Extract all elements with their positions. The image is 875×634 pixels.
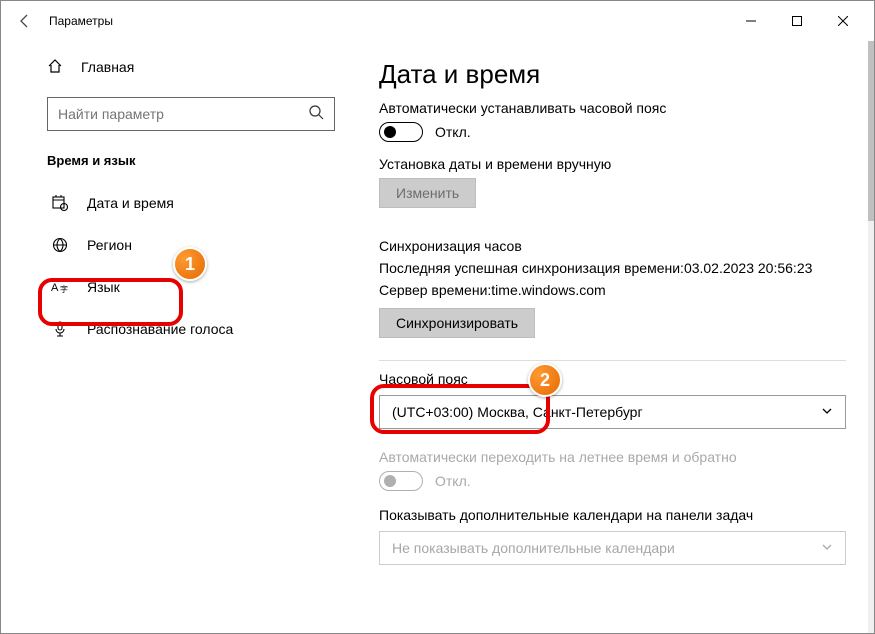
search-field[interactable] [58,106,308,122]
sidebar-item-label: Язык [87,279,120,295]
back-button[interactable] [9,5,41,37]
timezone-value: (UTC+03:00) Москва, Санкт-Петербург [392,404,643,420]
change-button[interactable]: Изменить [379,178,476,208]
sidebar-item-speech[interactable]: Распознавание голоса [47,308,335,350]
sidebar-home[interactable]: Главная [47,47,335,87]
maximize-icon [792,16,802,26]
toggle-thumb [384,475,396,487]
sidebar-item-label: Распознавание голоса [87,321,233,337]
title-bar: Параметры [1,1,874,41]
sidebar-item-label: Регион [87,237,132,253]
close-icon [838,16,848,26]
auto-timezone-toggle[interactable]: Откл. [379,122,846,142]
auto-timezone-label: Автоматически устанавливать часовой пояс [379,100,846,116]
minimize-icon [746,16,756,26]
last-sync-prefix: Последняя успешная синхронизация времени… [379,260,684,276]
globe-icon [51,237,69,253]
last-sync-line: Последняя успешная синхронизация времени… [379,260,846,276]
timezone-header: Часовой пояс [379,371,846,387]
annotation-badge-1: 1 [173,247,207,281]
toggle-thumb [384,126,396,138]
manual-set-label: Установка даты и времени вручную [379,156,846,172]
chevron-down-icon [821,404,833,420]
maximize-button[interactable] [774,5,820,37]
last-sync-value: 03.02.2023 20:56:23 [684,260,812,276]
sidebar-home-label: Главная [81,59,134,75]
sync-button[interactable]: Синхронизировать [379,308,535,338]
close-button[interactable] [820,5,866,37]
search-icon [308,104,324,125]
sidebar-item-date-time[interactable]: Дата и время [47,182,335,224]
server-value: time.windows.com [491,282,605,298]
page-title: Дата и время [379,59,846,90]
timezone-select[interactable]: (UTC+03:00) Москва, Санкт-Петербург [379,395,846,429]
microphone-icon [51,321,69,337]
content-pane: Дата и время Автоматически устанавливать… [351,41,874,633]
arrow-left-icon [17,13,33,29]
toggle-state-label: Откл. [435,124,471,140]
time-server-line: Сервер времени:time.windows.com [379,282,846,298]
scrollbar-thumb[interactable] [868,41,874,221]
toggle-track [379,122,423,142]
extra-calendars-value: Не показывать дополнительные календари [392,540,675,556]
home-icon [47,58,63,77]
server-prefix: Сервер времени: [379,282,491,298]
chevron-down-icon [821,540,833,556]
dst-label: Автоматически переходить на летнее время… [379,449,846,465]
toggle-state-label: Откл. [435,473,471,489]
svg-text:A: A [51,282,59,294]
toggle-track [379,471,423,491]
extra-calendars-select[interactable]: Не показывать дополнительные календари [379,531,846,565]
sidebar-item-label: Дата и время [87,195,174,211]
dst-toggle: Откл. [379,471,846,491]
language-icon: A字 [51,279,69,295]
divider [379,360,846,361]
window-controls [728,5,866,37]
extra-calendars-label: Показывать дополнительные календари на п… [379,507,846,523]
annotation-badge-2: 2 [528,363,562,397]
window-title: Параметры [49,14,113,28]
svg-text:字: 字 [60,284,68,294]
sidebar: Главная Время и язык Дата и время Регион… [1,41,351,633]
sync-header: Синхронизация часов [379,238,846,254]
calendar-clock-icon [51,195,69,211]
search-input[interactable] [47,97,335,131]
minimize-button[interactable] [728,5,774,37]
sidebar-section-title: Время и язык [47,153,335,168]
